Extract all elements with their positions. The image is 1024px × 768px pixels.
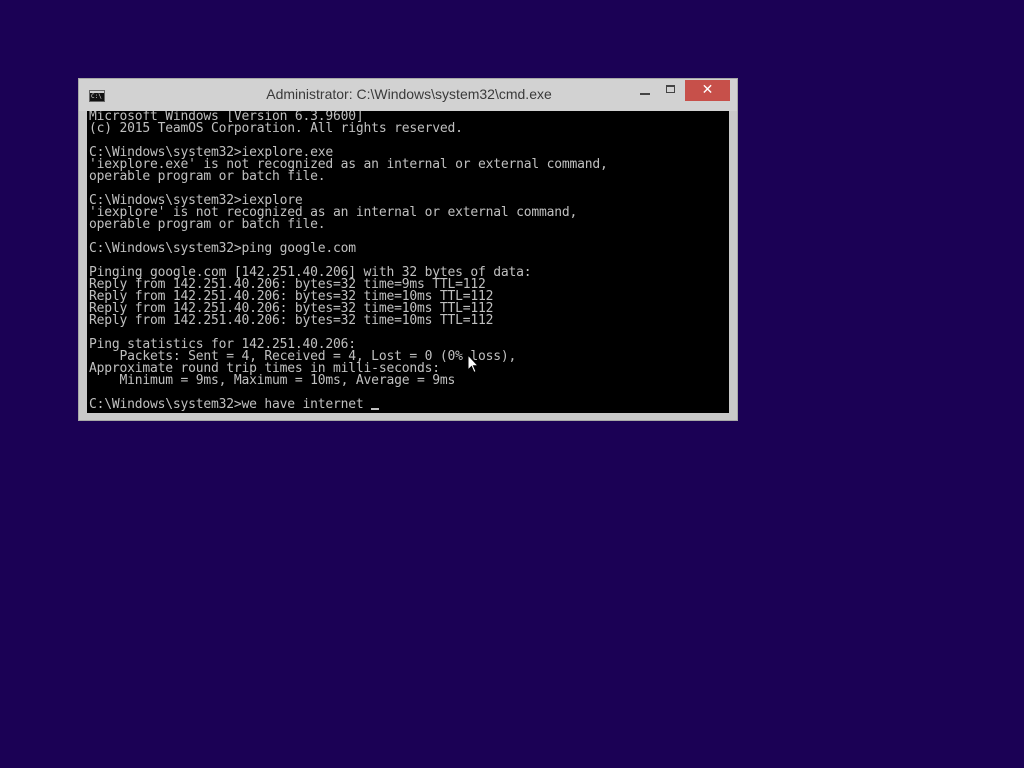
console-line: operable program or batch file. <box>89 217 326 232</box>
close-button[interactable]: ✕ <box>685 80 730 101</box>
console-line: operable program or batch file. <box>89 169 326 184</box>
console-current-input[interactable]: C:\Windows\system32>we have internet <box>89 397 371 412</box>
console-line: Reply from 142.251.40.206: bytes=32 time… <box>89 313 494 328</box>
text-cursor <box>371 408 380 410</box>
title-bar[interactable]: Administrator: C:\Windows\system32\cmd.e… <box>79 79 737 111</box>
console-text: Microsoft Windows [Version 6.3.9600] (c) … <box>89 111 729 411</box>
cmd-window[interactable]: Administrator: C:\Windows\system32\cmd.e… <box>78 78 738 421</box>
console-scroll-gutter <box>729 111 737 413</box>
console-line: (c) 2015 TeamOS Corporation. All rights … <box>89 121 463 136</box>
console-output[interactable]: Microsoft Windows [Version 6.3.9600] (c) … <box>87 111 729 413</box>
console-line: C:\Windows\system32>ping google.com <box>89 241 356 256</box>
maximize-button[interactable] <box>658 81 684 101</box>
mouse-pointer-icon <box>467 354 479 374</box>
desktop-background: Administrator: C:\Windows\system32\cmd.e… <box>0 0 1024 768</box>
console-input-line[interactable]: C:\Windows\system32>we have internet <box>89 397 729 412</box>
console-line: Minimum = 9ms, Maximum = 10ms, Average =… <box>89 373 456 388</box>
minimize-button[interactable] <box>632 81 658 101</box>
